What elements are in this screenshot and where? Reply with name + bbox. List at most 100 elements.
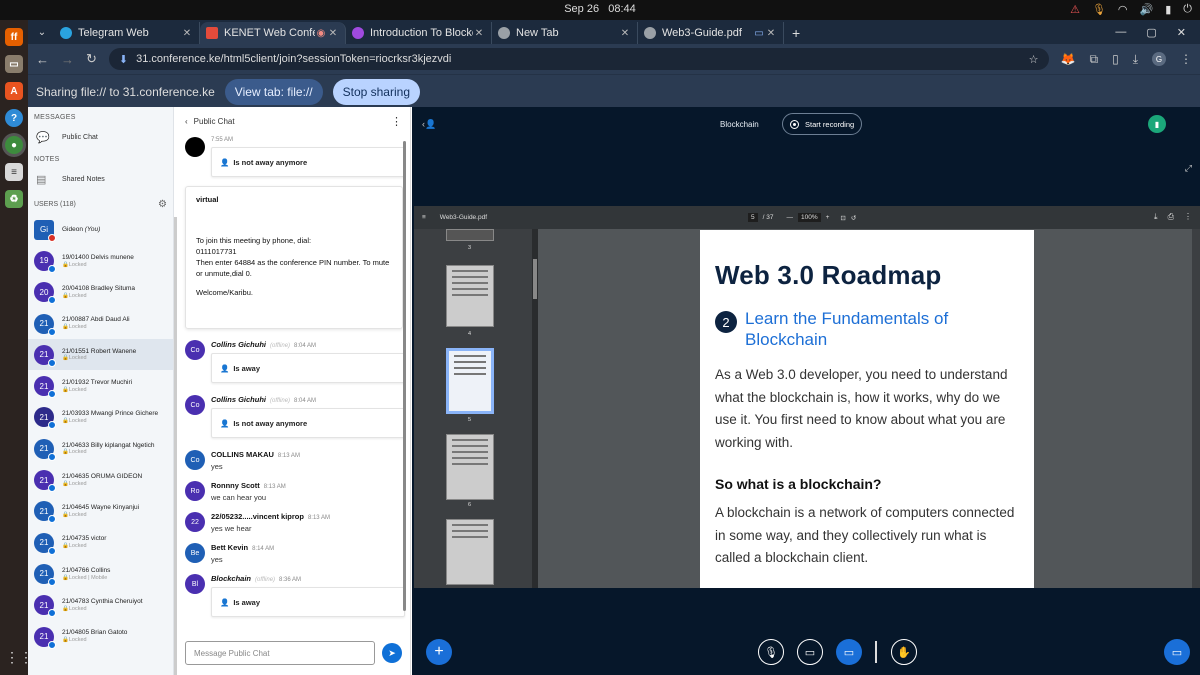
shared-notes-link[interactable]: ▤ Shared Notes	[28, 167, 173, 191]
reload-icon[interactable]: ↻	[86, 51, 97, 67]
pdf-total-pages: / 37	[762, 214, 774, 221]
warning-icon[interactable]: ⚠	[1070, 3, 1080, 16]
user-item[interactable]: 21 21/01932 Trevor Muchiri 🔒Locked	[28, 370, 173, 401]
send-button[interactable]: ➤	[382, 643, 402, 663]
address-bar[interactable]: ⬇ 31.conference.ke/html5client/join?sess…	[108, 48, 1049, 70]
user-item[interactable]: 20 20/04108 Bradley Situma 🔒Locked	[28, 277, 173, 308]
software-center-icon[interactable]: A	[5, 82, 23, 100]
pdf-thumbnail[interactable]	[446, 265, 494, 327]
download-icon[interactable]: ⤓	[1133, 52, 1138, 67]
close-tab-icon[interactable]: ✕	[765, 28, 777, 39]
volume-icon[interactable]: 🔊	[1140, 3, 1154, 16]
user-item[interactable]: 21 21/00887 Abdi Daud Ali 🔒Locked	[28, 308, 173, 339]
raise-hand-button[interactable]: ✋	[891, 639, 917, 665]
user-item[interactable]: 19 19/01400 Delvis munene 🔒Locked	[28, 245, 173, 276]
fit-page-icon[interactable]: ⊡	[840, 214, 845, 222]
close-tab-icon[interactable]: ✕	[327, 28, 339, 39]
tab-search-icon[interactable]: ⌄	[32, 22, 52, 42]
connection-status-icon[interactable]: ▮	[1148, 115, 1166, 133]
maximize-icon[interactable]: ▢	[1146, 26, 1156, 39]
message-time: 8:04 AM	[294, 398, 317, 404]
extensions-icon[interactable]: ⧉	[1090, 52, 1099, 67]
pdf-zoom-input[interactable]: 100%	[797, 213, 821, 222]
gear-icon[interactable]: ⚙	[158, 199, 167, 210]
help-icon[interactable]: ?	[5, 109, 23, 127]
system-clock[interactable]: Sep 26 08:44	[0, 3, 1200, 15]
more-options-icon[interactable]: ⋮	[1184, 212, 1192, 222]
close-tab-icon[interactable]: ✕	[473, 28, 485, 39]
start-recording-button[interactable]: Start recording	[782, 113, 863, 135]
minimize-icon[interactable]: —	[1115, 26, 1126, 39]
print-icon[interactable]: ⎙	[1168, 212, 1174, 222]
tab-new-tab[interactable]: New Tab ✕	[492, 22, 638, 44]
stop-sharing-button[interactable]: Stop sharing	[332, 78, 420, 105]
user-item[interactable]: 21 21/04635 ORUMA GIDEON 🔒Locked	[28, 464, 173, 495]
new-tab-button[interactable]: +	[784, 25, 808, 41]
avatar: Be	[185, 543, 205, 563]
show-apps-icon[interactable]: ⋮⋮	[5, 649, 33, 667]
zoom-out-icon[interactable]: —	[786, 214, 793, 221]
download-icon[interactable]: ⤓	[1154, 212, 1158, 222]
fullscreen-icon[interactable]: ⤢	[1185, 163, 1192, 174]
more-options-icon[interactable]: ⋮	[391, 115, 402, 128]
close-tab-icon[interactable]: ✕	[181, 28, 193, 39]
tab-web3-guide[interactable]: Web3-Guide.pdf ▭ ✕	[638, 22, 784, 44]
site-info-icon[interactable]: ⬇	[119, 53, 128, 66]
screenshare-button[interactable]: ▭	[836, 639, 862, 665]
mic-icon[interactable]: 🎙	[1092, 3, 1106, 16]
trash-icon[interactable]: ♻	[5, 190, 23, 208]
menu-icon[interactable]: ⋮	[1180, 52, 1192, 66]
actions-button[interactable]: +	[426, 639, 452, 665]
user-item[interactable]: 21 21/03933 Mwangi Prince Gichere 🔒Locked	[28, 402, 173, 433]
pdf-menu-icon[interactable]: ≡	[422, 214, 426, 221]
close-window-icon[interactable]: ✕	[1177, 26, 1186, 39]
text-editor-icon[interactable]: ≡	[5, 163, 23, 181]
user-item-me[interactable]: Gi Gideon (You)	[28, 214, 173, 245]
user-item[interactable]: 21 21/01551 Robert Wanene 🔒Locked	[28, 339, 173, 371]
user-item[interactable]: 21 21/04766 Collins 🔒Locked | Mobile	[28, 558, 173, 589]
pdf-page-input[interactable]: 5	[748, 213, 758, 222]
tab-telegram[interactable]: Telegram Web ✕	[54, 22, 200, 44]
toggle-userlist-icon[interactable]: ‹👤	[422, 119, 436, 130]
public-chat-link[interactable]: 💬 Public Chat	[28, 125, 173, 149]
metamask-icon[interactable]: 🦊	[1061, 52, 1076, 66]
pdf-thumbnail[interactable]	[446, 434, 494, 500]
zoom-in-icon[interactable]: +	[826, 214, 830, 221]
user-item[interactable]: 21 21/04735 victor 🔒Locked	[28, 527, 173, 558]
chevron-left-icon[interactable]: ‹	[185, 117, 188, 126]
battery-icon[interactable]: ▮	[1165, 3, 1171, 16]
message-input[interactable]: Message Public Chat	[185, 641, 375, 665]
side-panel-icon[interactable]: ▯	[1112, 52, 1119, 66]
tab-kenet[interactable]: KENET Web Conferen ◉ ✕	[200, 22, 346, 44]
back-icon[interactable]: ←	[36, 52, 49, 67]
forward-icon[interactable]: →	[61, 52, 74, 67]
pdf-scrollbar[interactable]	[1192, 229, 1200, 588]
pdf-thumbnail-selected[interactable]	[446, 348, 494, 414]
user-item[interactable]: 21 21/04805 Brian Gatoto 🔒Locked	[28, 621, 173, 652]
firefox-icon[interactable]: ff	[5, 28, 23, 46]
status-badge	[48, 515, 56, 524]
user-item[interactable]: 21 21/04633 Billy kiplangat Ngetich 🔒Locke…	[28, 433, 173, 464]
pdf-thumbnail[interactable]	[446, 519, 494, 585]
mute-button[interactable]: 🎙	[758, 639, 784, 665]
bookmark-star-icon[interactable]: ☆	[1029, 53, 1039, 66]
tab-blockchain[interactable]: Introduction To Blockcha ✕	[346, 22, 492, 44]
system-tray[interactable]: ⚠ 🎙 ◠ 🔊 ▮ ⏻	[1070, 3, 1192, 16]
user-status-icon: 👤	[220, 363, 230, 373]
chat-scrollbar[interactable]	[403, 141, 406, 611]
status-badge	[48, 484, 56, 493]
wifi-icon[interactable]: ◠	[1118, 3, 1128, 16]
user-item[interactable]: 21 21/04645 Wayne Kinyanjui 🔒Locked	[28, 496, 173, 527]
files-icon[interactable]: ▭	[5, 55, 23, 73]
thumbnail-scrollbar[interactable]	[532, 229, 538, 588]
view-tab-button[interactable]: View tab: file://	[224, 78, 323, 105]
rotate-icon[interactable]: ↺	[851, 214, 856, 222]
close-tab-icon[interactable]: ✕	[619, 28, 631, 39]
user-item[interactable]: 21 21/04783 Cynthia Cheruiyot 🔒Locked	[28, 590, 173, 621]
pdf-thumbnail[interactable]	[446, 229, 494, 241]
camera-button[interactable]: ▭	[797, 639, 823, 665]
power-icon[interactable]: ⏻	[1183, 3, 1192, 16]
layout-button[interactable]: ▭	[1164, 639, 1190, 665]
profile-avatar[interactable]: G	[1152, 52, 1166, 66]
chrome-icon[interactable]: ●	[5, 136, 23, 154]
